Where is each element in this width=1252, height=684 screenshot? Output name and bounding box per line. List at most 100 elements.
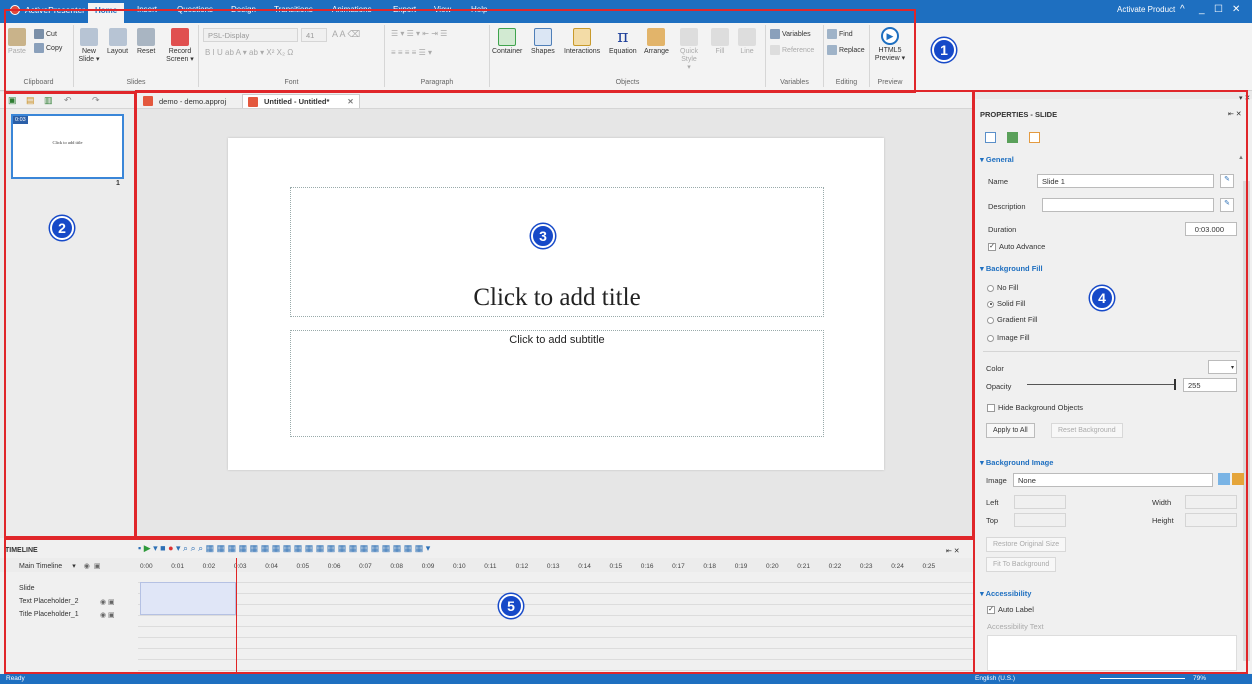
apply-to-all-button[interactable]: Apply to All [986, 423, 1035, 438]
minimize-button[interactable]: _ [1199, 4, 1205, 15]
opacity-field[interactable]: 255 [1183, 378, 1237, 392]
left-field[interactable] [1014, 495, 1066, 509]
eye-icon[interactable]: ◉ ▣ [100, 598, 115, 606]
solid-fill-radio[interactable]: Solid Fill [987, 299, 1025, 308]
redo-icon[interactable]: ↷ [92, 95, 100, 106]
properties-tab-icon[interactable] [985, 132, 996, 143]
tab-home[interactable]: Home [88, 3, 125, 23]
reset-background-button[interactable]: Reset Background [1051, 423, 1123, 438]
title-placeholder[interactable]: Click to add title [290, 187, 824, 317]
auto-label-checkbox[interactable]: ✓ Auto Label [987, 605, 1034, 615]
slide-thumbnail[interactable]: 0:03 Click to add title [11, 114, 124, 179]
background-image-section[interactable]: ▾ Background Image [980, 458, 1053, 467]
ribbon-collapse-button[interactable]: ^ [1180, 4, 1185, 15]
properties-scrollbar[interactable] [1243, 181, 1250, 661]
name-edit-icon[interactable]: ✎ [1220, 174, 1234, 188]
auto-advance-checkbox[interactable]: ✓ Auto Advance [988, 242, 1045, 252]
eye-icon[interactable]: ◉ [84, 563, 90, 570]
font-size-select[interactable]: 41 [301, 28, 327, 42]
reset-button[interactable]: Reset [137, 28, 155, 56]
opacity-slider-thumb[interactable] [1174, 379, 1176, 390]
font-family-select[interactable]: PSL-Display [203, 28, 298, 42]
hide-background-checkbox[interactable]: Hide Background Objects [987, 403, 1083, 413]
activate-product-link[interactable]: Activate Product [1117, 5, 1175, 14]
tab-design[interactable]: Design [231, 5, 256, 14]
doc-tab-demo[interactable]: demo - demo.approj✕ [138, 94, 255, 108]
disk-icon[interactable]: ▥ [44, 95, 53, 106]
background-fill-section[interactable]: ▾ Background Fill [980, 264, 1043, 273]
slide[interactable]: Click to add title Click to add subtitle [228, 138, 884, 470]
layout-button[interactable]: Layout [107, 28, 128, 56]
image-fill-radio[interactable]: Image Fill [987, 333, 1030, 342]
timeline-toolbar[interactable]: ▪ ▶ ▾ ■ ● ▾ ⌕ ⌕ ⌕ ▦ ▦ ▦ ▦ ▦ ▦ ▦ ▦ ▦ ▦ ▦ … [138, 543, 430, 554]
timeline-slide-bar[interactable] [140, 582, 236, 615]
app-menu-button[interactable]: ActivePresenter [10, 5, 85, 15]
cut-button[interactable]: Cut [34, 29, 57, 39]
container-button[interactable]: Container [492, 28, 522, 56]
interactions-button[interactable]: Interactions [564, 28, 600, 56]
quick-style-button[interactable]: Quick Style ▾ [679, 28, 699, 72]
width-field[interactable] [1185, 495, 1237, 509]
tab-help[interactable]: Help [471, 5, 487, 14]
arrange-button[interactable]: Arrange [644, 28, 669, 56]
zoom-slider[interactable] [1100, 678, 1185, 679]
lock-icon[interactable]: ▣ [94, 563, 101, 570]
maximize-button[interactable]: ☐ [1214, 4, 1223, 15]
description-field[interactable] [1042, 198, 1214, 212]
description-edit-icon[interactable]: ✎ [1220, 198, 1234, 212]
timeline-row-slide[interactable]: Slide [0, 585, 135, 596]
panel-options-icon[interactable]: ▾ ✕ [1239, 94, 1250, 102]
open-icon[interactable]: ▤ [26, 95, 35, 106]
media-tab-icon[interactable] [1029, 132, 1040, 143]
timeline-tracks[interactable] [138, 572, 975, 674]
timeline-row-text-placeholder[interactable]: Text Placeholder_2 ◉ ▣ [0, 598, 135, 609]
tab-animations[interactable]: Animations [332, 5, 372, 14]
timeline-close-icon[interactable]: ⇤ ✕ [946, 547, 960, 555]
shapes-button[interactable]: Shapes [531, 28, 555, 56]
new-slide-button[interactable]: New Slide ▾ [77, 28, 101, 64]
doc-tab-untitled[interactable]: Untitled - Untitled* ✕ [242, 94, 360, 108]
tab-transitions[interactable]: Transitions [274, 5, 313, 14]
fit-background-button[interactable]: Fit To Background [986, 557, 1057, 572]
main-timeline-select[interactable]: Main Timeline ▾ ◉ ▣ [19, 562, 100, 570]
zoom-level[interactable]: 79% [1193, 675, 1206, 682]
slide-title-text[interactable]: Click to add title [291, 284, 823, 312]
accessibility-section[interactable]: ▾ Accessibility [980, 589, 1031, 598]
paste-button[interactable]: Paste [8, 28, 26, 56]
close-tab-icon[interactable]: ✕ [347, 97, 353, 106]
color-picker[interactable]: ▾ [1208, 360, 1237, 374]
close-button[interactable]: ✕ [1232, 4, 1240, 15]
gradient-fill-radio[interactable]: Gradient Fill [987, 315, 1037, 324]
background-tab-icon[interactable] [1007, 132, 1018, 143]
slide-subtitle-text[interactable]: Click to add subtitle [291, 334, 823, 346]
reference-button[interactable]: Reference [770, 45, 814, 55]
no-fill-radio[interactable]: No Fill [987, 283, 1018, 292]
name-field[interactable]: Slide 1 [1037, 174, 1214, 188]
subtitle-placeholder[interactable]: Click to add subtitle [290, 330, 824, 437]
playhead[interactable] [236, 558, 237, 674]
find-button[interactable]: Find [827, 29, 853, 39]
browse-image-icon[interactable] [1218, 473, 1230, 485]
equation-button[interactable]: π Equation [609, 28, 637, 56]
duration-field[interactable]: 0:03.000 [1185, 222, 1237, 236]
eye-icon[interactable]: ◉ ▣ [100, 611, 115, 619]
top-field[interactable] [1014, 513, 1066, 527]
copy-button[interactable]: Copy [34, 43, 62, 53]
image-field[interactable]: None [1013, 473, 1213, 487]
scroll-up-icon[interactable]: ▲ [1238, 155, 1244, 161]
list-buttons[interactable]: ☰ ▾ ☰ ▾ ⇤ ⇥ ☰ [391, 30, 447, 38]
tab-view[interactable]: View [434, 5, 451, 14]
font-format-buttons[interactable]: B I U ab A ▾ ab ▾ X² X₂ Ω [205, 49, 293, 57]
font-size-buttons[interactable]: A A ⌫ [332, 30, 360, 39]
restore-size-button[interactable]: Restore Original Size [986, 537, 1067, 552]
tab-questions[interactable]: Questions [177, 5, 213, 14]
save-icon[interactable]: ▣ [8, 95, 17, 106]
timeline-row-title-placeholder[interactable]: Title Placeholder_1 ◉ ▣ [0, 611, 135, 622]
general-section[interactable]: ▾ General [980, 155, 1014, 164]
replace-button[interactable]: Replace [827, 45, 865, 55]
accessibility-text-field[interactable] [987, 635, 1237, 671]
height-field[interactable] [1185, 513, 1237, 527]
opacity-slider[interactable] [1027, 384, 1176, 385]
tab-insert[interactable]: Insert [137, 5, 157, 14]
line-button[interactable]: Line [738, 28, 756, 56]
